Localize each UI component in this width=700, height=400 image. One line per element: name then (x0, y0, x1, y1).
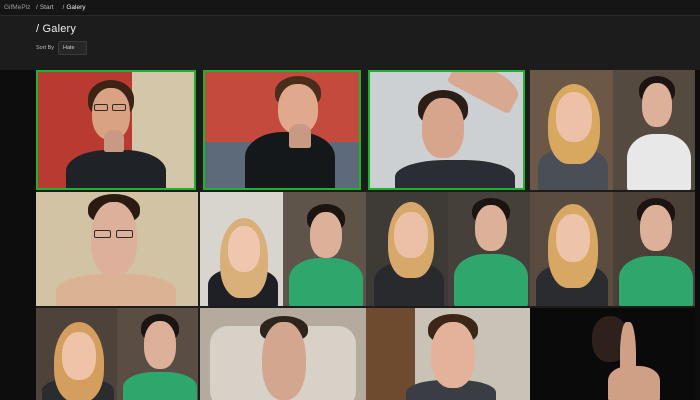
top-bar: GifMePlz / Start / Galery (0, 0, 700, 16)
gif-tile[interactable] (200, 192, 366, 306)
gif-tile[interactable] (36, 192, 198, 306)
breadcrumb-galery[interactable]: Galery (66, 4, 85, 11)
sort-label: Sort By (36, 45, 55, 51)
gif-tile[interactable] (36, 70, 196, 190)
gif-tile[interactable] (530, 192, 695, 306)
gif-tile[interactable] (530, 70, 695, 190)
breadcrumb-separator: / (36, 4, 38, 11)
gif-tile[interactable] (203, 70, 361, 190)
page-title: / Galery (36, 23, 77, 35)
gif-tile[interactable] (368, 70, 525, 190)
gif-tile[interactable] (200, 308, 366, 400)
breadcrumb-start-link[interactable]: Start (40, 4, 54, 11)
sort-select[interactable]: Hate (58, 41, 87, 55)
right-margin (695, 70, 700, 400)
breadcrumb-separator: / (62, 4, 65, 11)
gif-tile[interactable] (36, 308, 198, 400)
gif-tile[interactable] (366, 192, 530, 306)
gif-tile[interactable] (530, 308, 695, 400)
left-margin (0, 70, 36, 400)
app-logo[interactable]: GifMePlz (0, 4, 36, 11)
breadcrumb: / Start / Galery (36, 4, 95, 11)
gif-tile[interactable] (366, 308, 530, 400)
